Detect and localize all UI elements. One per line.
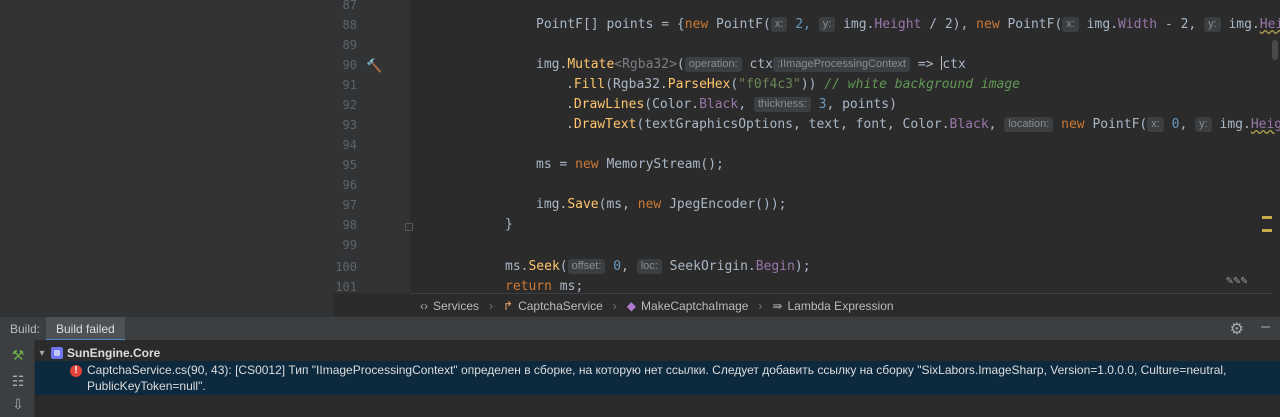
line-number: 93 (342, 118, 357, 132)
code-line-91: .Fill(Rgba32.ParseHex("f0f4c3")) // whit… (566, 77, 1020, 92)
breadcrumb-label: Services (433, 298, 480, 313)
build-hammer-icon[interactable]: ⚒ (9, 346, 27, 364)
gear-icon[interactable]: ⚙ (1230, 319, 1244, 339)
line-number: 88 (342, 18, 357, 32)
code-line-90: img.Mutate<Rgba32>(operation: ctx:IImage… (536, 56, 966, 72)
scroll-thumb[interactable] (1272, 40, 1278, 60)
warning-marker[interactable] (1262, 216, 1272, 219)
breadcrumb-label: MakeCaptchaImage (641, 298, 749, 313)
line-number: 101 (335, 280, 357, 294)
error-row[interactable]: ! CaptchaService.cs(90, 43): [CS0012] Ти… (35, 361, 1280, 395)
breadcrumb-label: CaptchaService (518, 298, 603, 313)
code-line-93: .DrawText(textGraphicsOptions, text, fon… (566, 117, 1280, 132)
left-panel (0, 0, 333, 316)
breadcrumb-item-lambda[interactable]: ⇛ Lambda Expression (772, 299, 893, 313)
error-message: CaptchaService.cs(90, 43): [CS0012] Тип … (87, 363, 1227, 393)
line-number: 89 (342, 38, 357, 52)
line-number: 95 (342, 158, 357, 172)
hammer-icon[interactable]: 🔨 (366, 58, 382, 74)
breadcrumb-item-makecaptchaimage[interactable]: ◆ MakeCaptchaImage › (627, 299, 763, 313)
build-toolbar: ⚒ ☷ ⇩ (0, 340, 35, 417)
export-icon[interactable]: ⇩ (9, 395, 27, 413)
build-label: Build: (10, 322, 41, 336)
code-line-95: ms = new MemoryStream(); (536, 157, 724, 172)
line-number: 100 (335, 260, 357, 274)
line-number: 96 (342, 178, 357, 192)
code-line-100: ms.Seek(offset: 0, loc: SeekOrigin.Begin… (505, 259, 811, 274)
line-number: 94 (342, 138, 357, 152)
code-line-92: .DrawLines(Color.Black, thickness: 3, po… (566, 97, 897, 112)
build-toolwindow-header: Build: Build failed ⚙ – (0, 316, 1280, 341)
line-number: 90 (342, 58, 357, 72)
line-number: 97 (342, 198, 357, 212)
fold-marker-icon[interactable] (405, 223, 413, 231)
project-name: SunEngine.Core (67, 346, 161, 360)
tree-node-project[interactable]: ▾ SunEngine.Core (35, 344, 160, 362)
code-line-88: PointF[] points = {new PointF(x: 2, y: i… (536, 17, 1280, 32)
breadcrumb: ‹› Services › ↱ CaptchaService › ◆ MakeC… (410, 293, 1272, 317)
class-icon: ↱ (503, 298, 514, 313)
breadcrumb-label: Lambda Expression (787, 298, 894, 313)
line-number: 87 (342, 0, 357, 12)
chevron-right-icon: › (489, 298, 494, 313)
breadcrumb-item-captchaservice[interactable]: ↱ CaptchaService › (503, 299, 617, 313)
breadcrumb-item-services[interactable]: ‹› Services › (420, 299, 493, 313)
chevron-right-icon: › (612, 298, 617, 313)
build-output-tree[interactable]: ▾ SunEngine.Core ! CaptchaService.cs(90,… (35, 340, 1280, 417)
lambda-icon: ⇛ (772, 298, 783, 313)
line-number: 98 (342, 218, 357, 232)
reader-mode-icon[interactable]: ✎✎✎ (1226, 273, 1248, 287)
warning-marker[interactable] (1262, 229, 1272, 232)
line-number: 92 (342, 98, 357, 112)
code-line-97: img.Save(ms, new JpegEncoder()); (536, 197, 787, 212)
code-line-98: } (505, 217, 513, 232)
code-editor[interactable] (410, 0, 1272, 293)
line-number: 99 (342, 238, 357, 252)
project-icon (51, 347, 63, 359)
minimize-icon[interactable]: – (1261, 318, 1270, 336)
method-icon: ◆ (626, 298, 637, 313)
chevron-right-icon: › (758, 298, 763, 313)
group-icon[interactable]: ☷ (9, 372, 27, 390)
error-icon: ! (70, 365, 82, 377)
line-number: 91 (342, 78, 357, 92)
namespace-icon: ‹› (420, 298, 428, 313)
tab-build-failed[interactable]: Build failed (46, 317, 125, 341)
chevron-down-icon[interactable]: ▾ (35, 348, 49, 359)
